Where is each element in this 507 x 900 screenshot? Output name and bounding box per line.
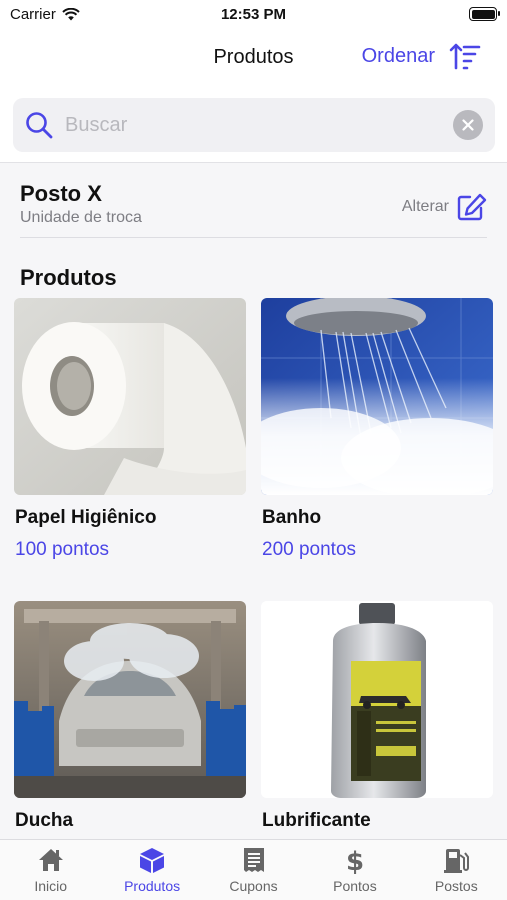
receipt-icon bbox=[243, 848, 264, 872]
products-content: Posto X Unidade de troca Alterar Produto… bbox=[0, 163, 507, 840]
tab-label: Produtos bbox=[124, 878, 181, 894]
sort-label: Ordenar bbox=[361, 44, 435, 67]
product-image-shower bbox=[261, 298, 493, 495]
search-input[interactable] bbox=[63, 112, 453, 138]
dollar-icon: $ bbox=[346, 847, 364, 874]
tab-produtos[interactable]: Produtos bbox=[101, 840, 202, 900]
edit-icon bbox=[457, 193, 487, 221]
search-bar bbox=[13, 98, 495, 152]
tab-label: Inicio bbox=[34, 878, 68, 894]
product-card[interactable]: Lubrificante bbox=[261, 601, 493, 832]
product-card[interactable]: Banho 200 pontos bbox=[261, 298, 493, 561]
tab-label: Pontos bbox=[333, 878, 377, 894]
sort-button[interactable]: Ordenar bbox=[362, 42, 481, 70]
fuel-pump-icon bbox=[444, 849, 470, 873]
product-name: Papel Higiênico bbox=[15, 507, 157, 528]
tab-pontos[interactable]: $ Pontos bbox=[304, 840, 405, 900]
search-icon bbox=[26, 112, 53, 139]
tab-label: Cupons bbox=[229, 878, 278, 894]
divider bbox=[20, 237, 487, 238]
tab-inicio[interactable]: Inicio bbox=[0, 840, 101, 900]
product-image-motor-oil bbox=[261, 601, 493, 798]
home-icon bbox=[38, 849, 63, 871]
product-card[interactable]: Ducha bbox=[14, 601, 246, 832]
svg-text:$: $ bbox=[346, 847, 364, 874]
product-name: Lubrificante bbox=[262, 810, 371, 831]
section-title: Produtos bbox=[20, 265, 117, 290]
tab-label: Postos bbox=[434, 878, 478, 894]
nav-bar: Produtos Ordenar bbox=[0, 40, 507, 76]
product-card[interactable]: Papel Higiênico 100 pontos bbox=[14, 298, 246, 561]
change-station-button[interactable]: Alterar bbox=[402, 193, 487, 221]
change-station-label: Alterar bbox=[401, 198, 449, 215]
station-subtitle: Unidade de troca bbox=[20, 209, 142, 226]
product-image-toilet-paper bbox=[14, 298, 246, 495]
station-name: Posto X bbox=[20, 181, 102, 206]
sort-icon bbox=[449, 43, 481, 70]
product-points: 200 pontos bbox=[262, 539, 357, 560]
product-image-car-wash bbox=[14, 601, 246, 798]
tab-cupons[interactable]: Cupons bbox=[203, 840, 304, 900]
product-name: Banho bbox=[262, 507, 322, 528]
close-icon bbox=[462, 119, 474, 131]
clock: 12:53 PM bbox=[220, 6, 287, 23]
box-icon bbox=[140, 848, 165, 873]
clear-search-button[interactable] bbox=[453, 110, 483, 140]
station-info: Posto X Unidade de troca bbox=[20, 181, 142, 227]
battery-icon bbox=[469, 7, 500, 21]
tab-bar: Inicio Produtos Cupons $ Pontos Postos bbox=[0, 839, 507, 900]
product-points: 100 pontos bbox=[15, 539, 110, 560]
product-name: Ducha bbox=[15, 810, 74, 831]
status-bar: Carrier 12:53 PM bbox=[0, 0, 507, 30]
tab-postos[interactable]: Postos bbox=[406, 840, 507, 900]
